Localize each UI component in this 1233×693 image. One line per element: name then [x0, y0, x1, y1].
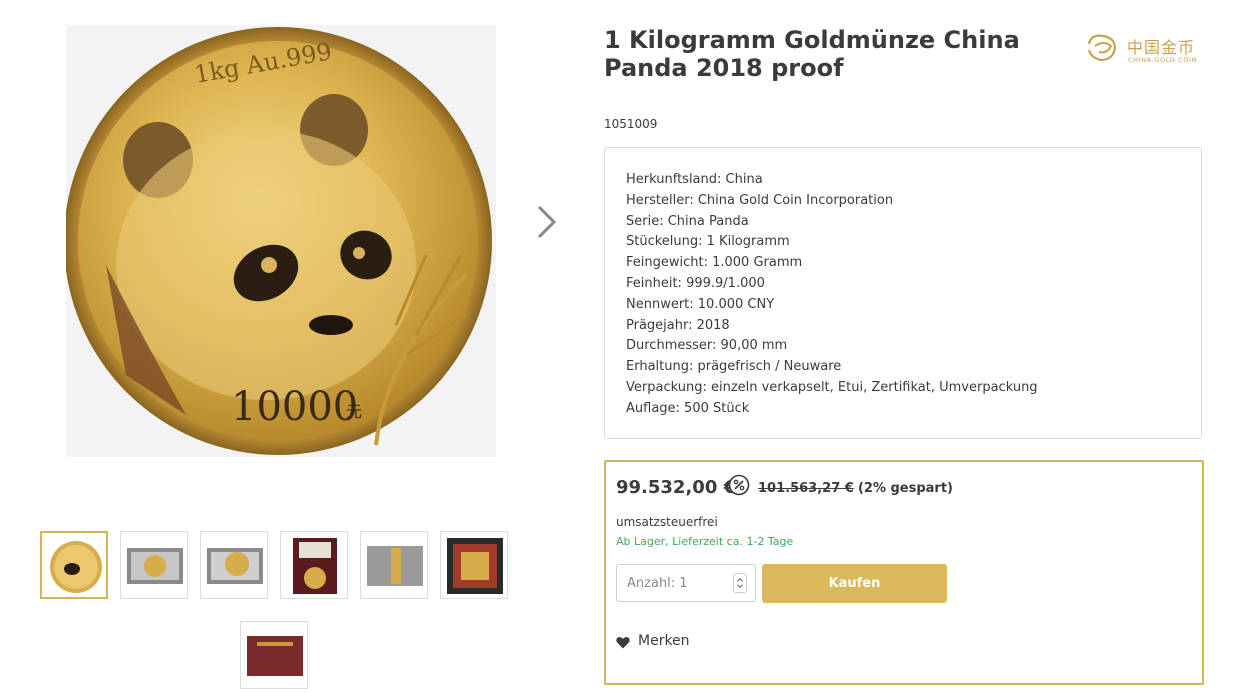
thumbnail-capsule-display-2[interactable]	[200, 531, 268, 599]
heart-icon	[616, 637, 630, 649]
coin-thumbnail-icon	[50, 541, 102, 593]
current-price: 99.532,00 €	[616, 477, 737, 498]
thumbnail-capsule-display[interactable]	[120, 531, 188, 599]
product-properties: Herkunftsland: China Hersteller: China G…	[604, 147, 1202, 439]
gold-panda-coin-image: 1kg Au.999 10000 元	[66, 27, 492, 455]
percent-badge-icon	[728, 474, 750, 496]
china-gold-coin-logo-icon	[1087, 34, 1117, 62]
brand-name-cn: 中国金币	[1127, 38, 1196, 57]
coin-denomination-unit: 元	[346, 402, 362, 421]
thumbnail-coin-front[interactable]	[40, 531, 108, 599]
tax-note: umsatzsteuerfrei	[616, 515, 718, 529]
capsule-side-icon	[367, 546, 423, 586]
property-item: Hersteller: China Gold Coin Incorporatio…	[626, 192, 894, 208]
brand-logo: 中国金币 CHINA GOLD COIN	[1085, 30, 1205, 70]
quantity-select[interactable]: Anzahl: 1	[616, 564, 756, 602]
property-item: Feinheit: 999.9/1.000	[626, 275, 765, 291]
thumbnail-box-open[interactable]	[440, 531, 508, 599]
product-title: 1 Kilogramm Goldmünze China Panda 2018 p…	[604, 26, 1020, 82]
wishlist-label: Merken	[638, 633, 690, 649]
savings-text: (2% gespart)	[857, 481, 953, 496]
product-number: 1051009	[604, 117, 658, 131]
property-item: Herkunftsland: China	[626, 172, 763, 187]
thumbnail-capsule-side[interactable]	[360, 531, 428, 599]
property-item: Verpackung: einzeln verkapselt, Etui, Ze…	[626, 379, 1038, 395]
coin-denomination: 10000	[231, 384, 358, 430]
box-closed-icon	[247, 636, 303, 676]
chevron-right-icon[interactable]	[532, 202, 560, 242]
property-item: Auflage: 500 Stück	[626, 400, 750, 416]
old-price: 101.563,27 €	[758, 481, 854, 496]
brand-name-en: CHINA GOLD COIN	[1128, 56, 1197, 64]
property-item: Serie: China Panda	[626, 213, 749, 229]
property-item: Erhaltung: prägefrisch / Neuware	[626, 359, 842, 375]
main-product-image[interactable]: 1kg Au.999 10000 元	[66, 25, 496, 457]
property-item: Stückelung: 1 Kilogramm	[626, 234, 790, 250]
capsule-display-icon	[207, 548, 263, 584]
red-case-icon	[293, 538, 337, 594]
property-item: Nennwert: 10.000 CNY	[626, 296, 775, 312]
capsule-display-icon	[127, 548, 183, 584]
product-info: 1 Kilogramm Goldmünze China Panda 2018 p…	[604, 0, 1204, 693]
buy-box: 99.532,00 € 101.563,27 € (2% gespart) um…	[604, 460, 1204, 685]
property-item: Prägejahr: 2018	[626, 317, 730, 333]
old-price-block: 101.563,27 € (2% gespart)	[758, 481, 953, 496]
thumbnail-red-case[interactable]	[280, 531, 348, 599]
property-item: Durchmesser: 90,00 mm	[626, 338, 788, 354]
buy-button[interactable]: Kaufen	[762, 564, 947, 603]
thumbnail-box-closed[interactable]	[240, 621, 308, 689]
property-item: Feingewicht: 1.000 Gramm	[626, 255, 803, 271]
quantity-spinner-icon[interactable]	[733, 573, 747, 593]
quantity-label: Anzahl: 1	[627, 576, 688, 591]
delivery-status: Ab Lager, Lieferzeit ca. 1-2 Tage	[616, 535, 794, 548]
box-open-icon	[447, 538, 503, 594]
product-gallery: 1kg Au.999 10000 元	[0, 0, 580, 693]
